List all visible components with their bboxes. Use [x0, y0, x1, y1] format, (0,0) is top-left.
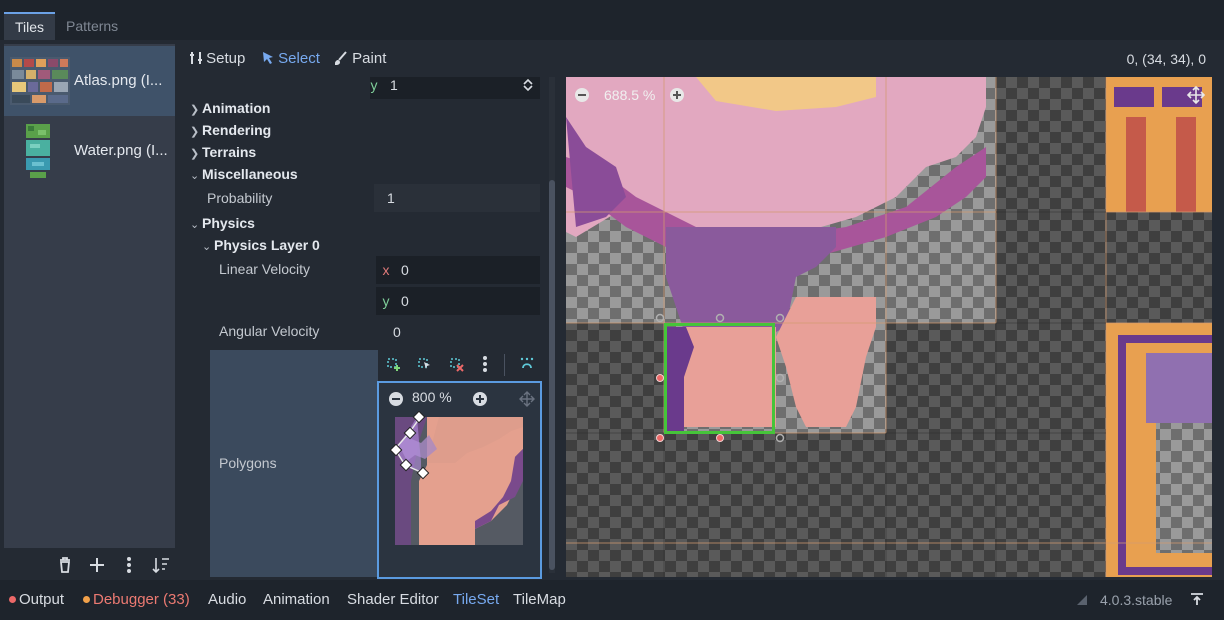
tile-sources-list: Atlas.png (I... Water.png (I...	[4, 44, 175, 548]
probability-input[interactable]: 1	[387, 184, 395, 212]
add-source-button[interactable]	[86, 554, 108, 576]
chevron-right-icon: ❯	[190, 148, 200, 160]
toolbar-divider	[504, 354, 505, 376]
select-tool-button[interactable]: Select	[262, 48, 320, 70]
plus-icon	[90, 558, 104, 572]
pan-icon[interactable]	[519, 391, 535, 407]
warning-dot-icon	[83, 596, 90, 603]
chevron-down-icon: ⌄	[190, 219, 200, 231]
paint-label: Paint	[352, 50, 387, 67]
kebab-menu-icon	[127, 557, 131, 573]
tab-patterns[interactable]: Patterns	[55, 12, 129, 40]
delete-source-button[interactable]	[54, 554, 76, 576]
polygon-zoom-level: 800 %	[412, 389, 452, 405]
shader-editor-tab[interactable]: Shader Editor	[347, 586, 439, 614]
probability-field-bg	[374, 184, 540, 212]
expand-panel-icon[interactable]	[1190, 592, 1204, 606]
animation-label: Animation	[202, 100, 271, 116]
kebab-menu-icon[interactable]	[480, 354, 490, 374]
source-actions	[52, 554, 172, 576]
viewport-zoom-level: 688.5 %	[604, 87, 656, 103]
water-thumbnail-icon	[24, 122, 52, 180]
polygons-label: Polygons	[219, 455, 277, 471]
zoom-in-icon[interactable]	[472, 391, 488, 407]
zoom-out-icon[interactable]	[388, 391, 404, 407]
cursor-arrow-icon	[263, 52, 273, 64]
zoom-in-icon[interactable]	[669, 87, 685, 103]
setup-label: Setup	[206, 50, 246, 67]
source-menu-button[interactable]	[118, 554, 140, 576]
select-label: Select	[278, 50, 320, 67]
section-physics-layer[interactable]: ⌄ Physics Layer 0	[202, 234, 552, 256]
trash-icon	[60, 557, 70, 573]
godot-version-icon	[1077, 595, 1087, 605]
zoom-out-icon[interactable]	[574, 87, 590, 103]
atlas-thumbnail-icon	[10, 57, 70, 105]
error-dot-icon	[9, 596, 16, 603]
source-label-atlas: Atlas.png (I...	[74, 72, 163, 89]
section-physics[interactable]: ⌄ Physics	[190, 212, 550, 234]
polygons-property-row: Polygons	[210, 350, 378, 577]
x-axis-label: x	[382, 262, 390, 278]
chevron-down-icon: ⌄	[202, 241, 212, 253]
sort-icon	[152, 558, 169, 574]
debugger-tab[interactable]: Debugger (33)	[83, 586, 190, 614]
terrains-label: Terrains	[202, 144, 257, 160]
wrench-icon	[190, 52, 202, 64]
sort-sources-button[interactable]	[150, 554, 172, 576]
tab-tiles[interactable]: Tiles	[4, 12, 56, 40]
viewport-zoom-controls: 688.5 %	[574, 86, 685, 104]
source-item-atlas[interactable]: Atlas.png (I...	[4, 46, 175, 116]
physics-layer-label: Physics Layer 0	[214, 237, 320, 253]
chevron-right-icon: ❯	[190, 126, 200, 138]
tileset-tabs: Tiles Patterns	[4, 12, 129, 40]
section-terrains[interactable]: ❯ Terrains	[190, 141, 550, 163]
tile-polygon-preview	[389, 411, 523, 545]
setup-tool-button[interactable]: Setup	[190, 48, 245, 70]
atlas-viewport[interactable]	[566, 77, 1212, 577]
tilemap-tab[interactable]: TileMap	[513, 586, 566, 614]
spinner-arrows-icon[interactable]	[522, 78, 534, 92]
linear-velocity-y-input[interactable]: 0	[401, 287, 409, 315]
tileset-tab[interactable]: TileSet	[453, 586, 499, 614]
rendering-label: Rendering	[202, 122, 272, 138]
atlas-canvas[interactable]	[566, 77, 1212, 577]
add-polygon-icon[interactable]	[385, 356, 401, 372]
edit-points-icon[interactable]	[416, 356, 432, 372]
tile-toolbar: Setup Select Paint 0, (34, 34), 0	[180, 44, 1220, 72]
debugger-label: Debugger (33)	[93, 591, 190, 608]
polygon-toolbar	[378, 350, 544, 380]
tile-coordinates-readout: 0, (34, 34), 0	[1126, 51, 1206, 67]
polygon-editor[interactable]: 800 %	[377, 381, 542, 579]
section-animation[interactable]: ❯ Animation	[190, 97, 550, 119]
miscellaneous-label: Miscellaneous	[202, 166, 298, 182]
top-bar	[0, 0, 1224, 44]
y-axis-label: y	[370, 77, 378, 93]
physics-label: Physics	[202, 215, 255, 231]
inspector-scrollbar-thumb[interactable]	[549, 180, 555, 570]
snap-icon[interactable]	[519, 356, 535, 372]
output-label: Output	[19, 591, 65, 608]
angular-velocity-input[interactable]: 0	[393, 318, 401, 346]
audio-tab[interactable]: Audio	[208, 586, 246, 614]
paint-tool-button[interactable]: Paint	[335, 48, 386, 70]
section-rendering[interactable]: ❯ Rendering	[190, 119, 550, 141]
linear-velocity-x-input[interactable]: 0	[401, 256, 409, 284]
chevron-down-icon: ⌄	[190, 170, 200, 182]
animation-tab[interactable]: Animation	[263, 586, 330, 614]
source-label-water: Water.png (I...	[74, 142, 168, 159]
engine-version[interactable]: 4.0.3.stable	[1100, 586, 1172, 614]
section-miscellaneous[interactable]: ⌄ Miscellaneous	[190, 163, 550, 185]
bottom-panel-bar: Output Debugger (33) Audio Animation Sha…	[0, 580, 1224, 620]
source-item-water[interactable]: Water.png (I...	[4, 116, 175, 186]
output-tab[interactable]: Output	[9, 586, 64, 614]
y-axis-label: y	[382, 293, 390, 309]
chevron-right-icon: ❯	[190, 104, 200, 116]
y-value-input[interactable]: 1	[390, 77, 398, 99]
delete-points-icon[interactable]	[448, 356, 464, 372]
brush-icon	[335, 51, 347, 65]
